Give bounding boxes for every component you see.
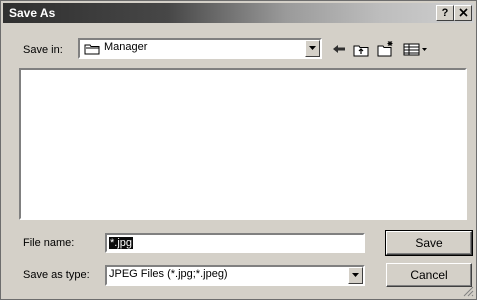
close-button[interactable]: [454, 5, 472, 21]
save-in-value: Manager: [104, 41, 148, 53]
help-button[interactable]: ?: [436, 5, 454, 21]
title-bar[interactable]: Save As ?: [3, 3, 474, 23]
save-as-type-label: Save as type:: [23, 269, 90, 281]
close-icon: [458, 8, 468, 17]
new-folder-icon[interactable]: [377, 40, 395, 57]
chevron-down-icon: [352, 273, 359, 277]
file-name-label: File name:: [23, 237, 75, 249]
chevron-down-icon: [309, 46, 316, 50]
save-button[interactable]: Save: [385, 230, 473, 256]
back-arrow-icon[interactable]: [332, 43, 346, 55]
resize-grip[interactable]: [462, 285, 474, 297]
save-as-type-value: JPEG Files (*.jpg;*.jpeg): [109, 268, 228, 280]
save-in-dropdown[interactable]: Manager: [78, 38, 322, 59]
save-in-dropdown-arrow[interactable]: [305, 40, 320, 57]
file-list-area[interactable]: [19, 68, 467, 220]
window-title: Save As: [9, 6, 56, 20]
cancel-button[interactable]: Cancel: [386, 263, 472, 287]
view-menu-icon[interactable]: [403, 43, 429, 56]
save-as-type-dropdown-arrow[interactable]: [348, 267, 363, 284]
file-name-value: *.jpg: [109, 237, 134, 249]
up-folder-icon[interactable]: [353, 43, 369, 57]
file-name-input[interactable]: *.jpg: [105, 233, 365, 253]
save-as-dialog: Save As ? Save in: Manager File name: *.…: [0, 0, 477, 300]
save-in-label: Save in:: [23, 44, 63, 56]
save-as-type-dropdown[interactable]: JPEG Files (*.jpg;*.jpeg): [105, 265, 365, 286]
folder-icon: [84, 44, 100, 55]
